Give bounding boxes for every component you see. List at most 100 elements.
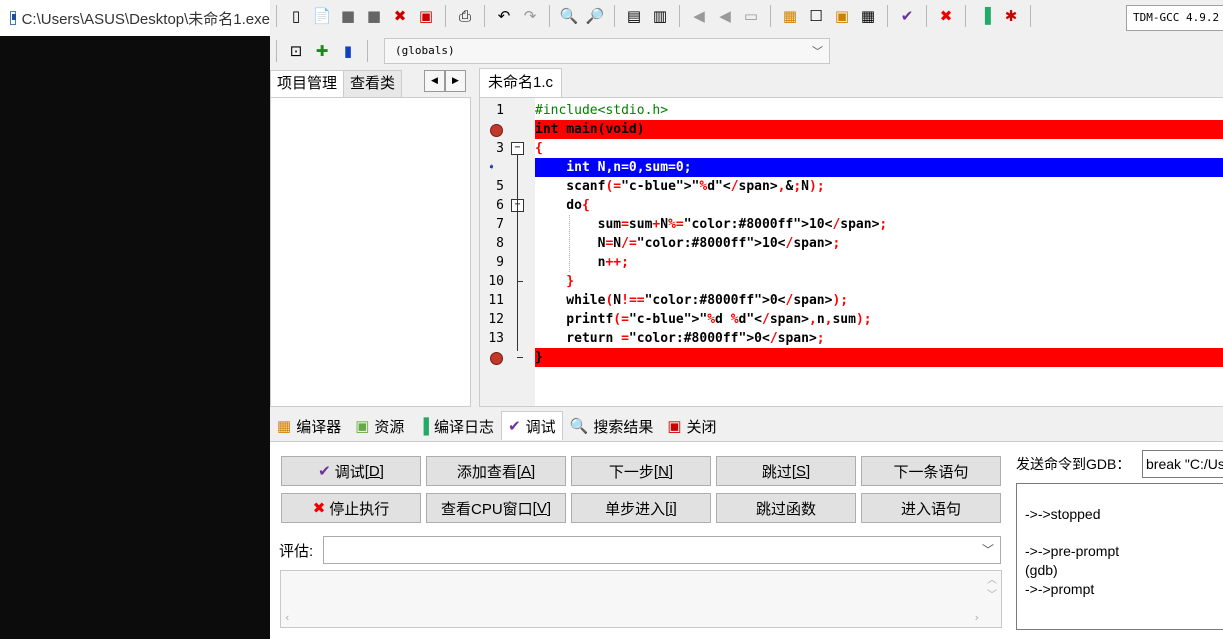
code-line: 10 } bbox=[488, 274, 575, 289]
left-panel-tabs: 项目管理 查看类 bbox=[270, 70, 403, 97]
close-file-icon[interactable]: ✖ bbox=[390, 6, 410, 26]
tab-debug[interactable]: ✔ 调试 bbox=[501, 411, 563, 440]
scroll-left-icon[interactable]: ◀ bbox=[424, 70, 445, 92]
scroll-right-icon[interactable]: ▶ bbox=[445, 70, 466, 92]
gdb-command-input[interactable]: break "C:/Users/ASUS/Desktop/未命名1.c":4 bbox=[1142, 450, 1223, 478]
tab-resources[interactable]: ▣ 资源 bbox=[348, 411, 411, 441]
delete-profile-icon[interactable]: ✱ bbox=[1001, 6, 1021, 26]
code-line: 11 while(N!=="color:#8000ff">0</span>); bbox=[488, 293, 849, 308]
tab-close[interactable]: ▣ 关闭 bbox=[660, 411, 723, 441]
code-line-current: ➧ int N,n=0,sum=0; bbox=[480, 158, 1223, 177]
execution-pointer-icon: ➧ bbox=[488, 160, 496, 174]
tab-compile-log[interactable]: ▐ 编译日志 bbox=[411, 411, 501, 441]
step-into-button[interactable]: 单步进入 [i] bbox=[571, 493, 711, 523]
code-line-breakpoint: } bbox=[480, 348, 1223, 367]
editor-tab[interactable]: 未命名1.c bbox=[479, 68, 563, 97]
debug-check-icon: ✔ bbox=[318, 463, 331, 480]
gdb-label: 发送命令到GDB： bbox=[1016, 456, 1131, 472]
breakpoint-icon[interactable] bbox=[490, 352, 503, 365]
vertical-scrollbar[interactable]: ︿ ﹀ bbox=[983, 571, 1001, 609]
comment-icon[interactable]: ▭ bbox=[741, 6, 761, 26]
stop-icon: ✖ bbox=[312, 500, 326, 517]
close-all-icon[interactable]: ▣ bbox=[416, 6, 436, 26]
tab-scroll-buttons: ◀ ▶ bbox=[424, 70, 466, 92]
add-to-project-icon[interactable]: ✚ bbox=[312, 41, 332, 61]
replace-icon[interactable]: 🔎 bbox=[585, 6, 605, 26]
fold-toggle-icon[interactable]: − bbox=[511, 142, 524, 155]
stop-execution-button[interactable]: ✖ 停止执行 bbox=[281, 493, 421, 523]
main-toolbar: ▯ 📄 ■ ■ ✖ ▣ ⎙ ↶ ↷ 🔍 🔎 ▤ ▥ ◀ ◀ ▭ ▦ ☐ ▣ ▦ … bbox=[270, 0, 1223, 32]
code-line: 5 scanf(="c-blue">"%d"</span>,&;N); bbox=[496, 179, 825, 194]
enter-statement-button[interactable]: 进入语句 bbox=[861, 493, 1001, 523]
search-results-icon: 🔍 bbox=[569, 418, 589, 435]
next-step-button[interactable]: 下一步 [N] bbox=[571, 456, 711, 486]
remove-from-project-icon[interactable]: ▮ bbox=[338, 41, 358, 61]
tab-compiler[interactable]: ▦ 编译器 bbox=[270, 411, 348, 441]
stop-icon[interactable]: ✖ bbox=[936, 6, 956, 26]
redo-icon[interactable]: ↷ bbox=[520, 6, 540, 26]
resources-icon: ▣ bbox=[355, 418, 370, 435]
compiler-icon: ▦ bbox=[277, 418, 292, 435]
code-line: 3 − { bbox=[496, 141, 543, 156]
close-icon: ▣ bbox=[667, 418, 682, 435]
project-panel bbox=[270, 97, 471, 407]
debug-check-icon[interactable]: ✔ bbox=[897, 6, 917, 26]
code-line: 13 return ="color:#8000ff">0</span>; bbox=[488, 331, 825, 346]
rebuild-icon[interactable]: ▦ bbox=[858, 6, 878, 26]
eval-input[interactable]: ﹀ bbox=[323, 536, 1001, 564]
console-title: C:\Users\ASUS\Desktop\未命名1.exe bbox=[21, 10, 270, 28]
view-cpu-button[interactable]: 查看CPU窗口 [V] bbox=[426, 493, 566, 523]
compile-run-icon[interactable]: ▣ bbox=[832, 6, 852, 26]
new-file-icon[interactable]: ▯ bbox=[286, 6, 306, 26]
code-line: 9 n++; bbox=[496, 255, 629, 270]
print-icon[interactable]: ⎙ bbox=[455, 6, 475, 26]
dev-cpp-ide: ▯ 📄 ■ ■ ✖ ▣ ⎙ ↶ ↷ 🔍 🔎 ▤ ▥ ◀ ◀ ▭ ▦ ☐ ▣ ▦ … bbox=[270, 0, 1223, 639]
code-line: 8 N=N/="color:#8000ff">10</span>; bbox=[496, 236, 841, 251]
bottom-panel-tabs: ▦ 编译器 ▣ 资源 ▐ 编译日志 ✔ 调试 🔍 搜索结果 ▣ 关闭 bbox=[270, 411, 724, 441]
compiler-select[interactable]: TDM-GCC 4.9.2 64-bit Release bbox=[1126, 5, 1223, 31]
tab-project[interactable]: 项目管理 bbox=[270, 70, 345, 97]
console-titlebar[interactable]: C:\Users\ASUS\Desktop\未命名1.exe bbox=[0, 0, 270, 36]
indent-icon[interactable]: ◀ bbox=[689, 6, 709, 26]
next-statement-button[interactable]: 下一条语句 bbox=[861, 456, 1001, 486]
code-line: 1 #include<stdio.h> bbox=[496, 103, 669, 118]
save-icon[interactable]: ■ bbox=[338, 6, 358, 26]
code-line: 6 − do{ bbox=[496, 198, 590, 213]
tab-search-results[interactable]: 🔍 搜索结果 bbox=[563, 411, 661, 441]
goto-line-icon[interactable]: ▥ bbox=[650, 6, 670, 26]
console-window: C:\Users\ASUS\Desktop\未命名1.exe bbox=[0, 0, 270, 639]
gdb-output-line: ->->pre-prompt bbox=[1025, 543, 1120, 559]
debug-check-icon: ✔ bbox=[508, 418, 521, 435]
compile-log-icon: ▐ bbox=[418, 417, 430, 435]
tab-classes[interactable]: 查看类 bbox=[344, 70, 403, 97]
gdb-output-line: ->->stopped bbox=[1025, 506, 1101, 522]
save-all-icon[interactable]: ■ bbox=[364, 6, 384, 26]
eval-output: ︿ ﹀ ‹ › bbox=[280, 570, 1002, 628]
compile-icon[interactable]: ▦ bbox=[780, 6, 800, 26]
undo-icon[interactable]: ↶ bbox=[494, 6, 514, 26]
toggle-panel-icon[interactable]: ▤ bbox=[624, 6, 644, 26]
chevron-down-icon[interactable]: ﹀ bbox=[982, 541, 994, 558]
code-line: 7 sum=sum+N%="color:#8000ff">10</span>; bbox=[496, 217, 888, 232]
gdb-output-line: ->->prompt bbox=[1025, 581, 1095, 597]
gdb-output: ->->stopped ->->pre-prompt (gdb) ->->pro… bbox=[1016, 483, 1223, 630]
horizontal-scrollbar[interactable]: ‹ › bbox=[281, 609, 983, 627]
step-over-function-button[interactable]: 跳过函数 bbox=[716, 493, 856, 523]
add-watch-button[interactable]: 添加查看 [A] bbox=[426, 456, 566, 486]
find-icon[interactable]: 🔍 bbox=[559, 6, 579, 26]
code-line: 12 printf(="c-blue">"%d %d"</span>,n,sum… bbox=[488, 312, 872, 327]
skip-button[interactable]: 跳过 [S] bbox=[716, 456, 856, 486]
new-project-icon[interactable]: ⊡ bbox=[286, 41, 306, 61]
run-icon[interactable]: ☐ bbox=[806, 6, 826, 26]
scope-select[interactable]: (globals) ﹀ bbox=[384, 38, 830, 64]
profile-icon[interactable]: ▐ bbox=[975, 6, 995, 26]
eval-label: 评估: bbox=[279, 543, 314, 560]
breakpoint-icon[interactable] bbox=[490, 124, 503, 137]
open-file-icon[interactable]: 📄 bbox=[312, 6, 332, 26]
code-editor[interactable]: 1 #include<stdio.h> int main(void) 3 − {… bbox=[479, 97, 1223, 407]
chevron-down-icon: ﹀ bbox=[812, 45, 823, 58]
unindent-icon[interactable]: ◀ bbox=[715, 6, 735, 26]
debug-button[interactable]: ✔ 调试 [D] bbox=[281, 456, 421, 486]
code-line-breakpoint: int main(void) bbox=[480, 120, 1223, 139]
console-app-icon bbox=[10, 11, 16, 25]
